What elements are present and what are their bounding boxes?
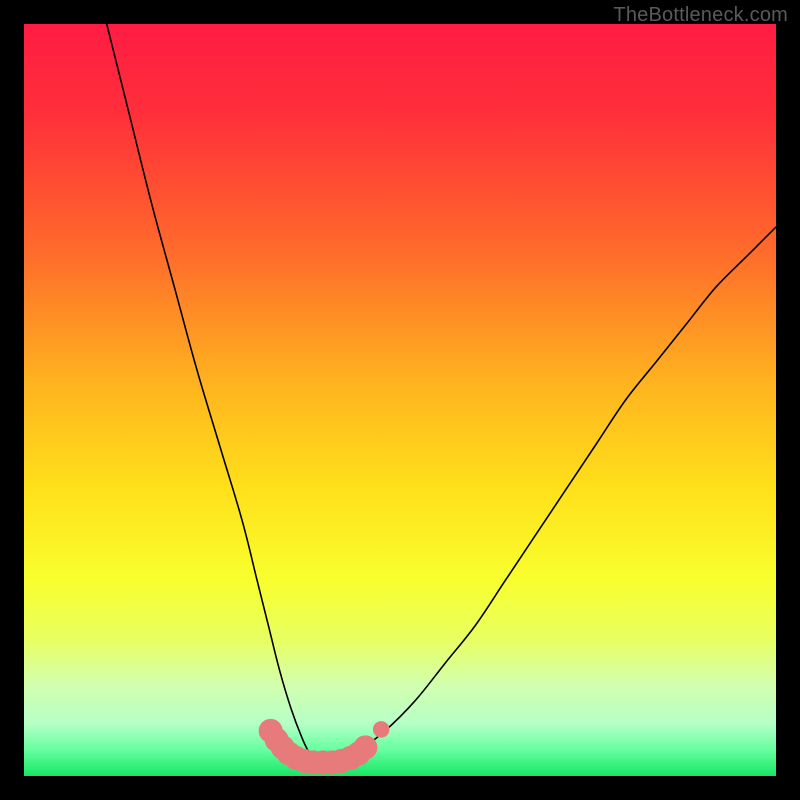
marker-dot <box>373 721 390 738</box>
plot-area <box>24 24 776 776</box>
marker-dot <box>353 735 377 759</box>
gradient-background <box>24 24 776 776</box>
chart-frame: TheBottleneck.com <box>0 0 800 800</box>
watermark-text: TheBottleneck.com <box>613 4 788 27</box>
bottleneck-chart <box>24 24 776 776</box>
